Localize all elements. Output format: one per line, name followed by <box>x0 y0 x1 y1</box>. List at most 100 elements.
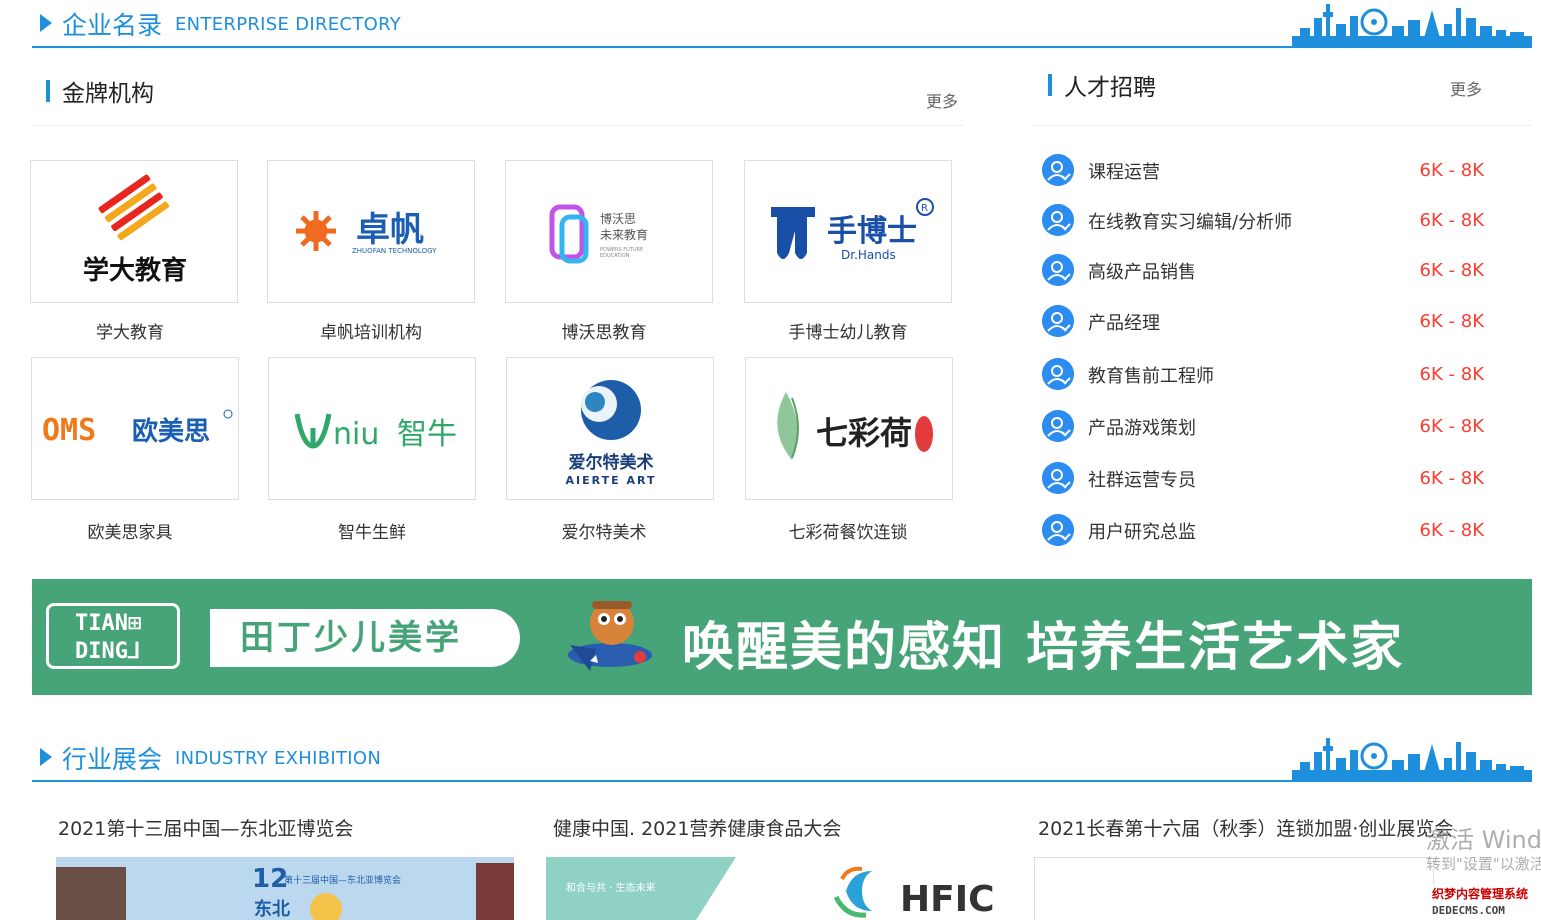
job-title: 课程运营 <box>1088 162 1160 183</box>
logo-card-oumeisi[interactable]: OMS 欧美思 <box>31 357 239 500</box>
dedecms-badge-title: 织梦内容管理系统 <box>1432 887 1529 901</box>
job-item[interactable]: 社群运营专员 6K - 8K <box>1042 462 1492 498</box>
svg-text:七彩荷: 七彩荷 <box>816 414 912 452</box>
gold-institutions-title: 金牌机构 <box>62 81 154 107</box>
job-salary: 6K - 8K <box>1419 160 1484 181</box>
svg-text:EDUCATION: EDUCATION <box>600 253 630 259</box>
gold-more-link[interactable]: 更多 <box>926 88 958 112</box>
recruitment-more-link[interactable]: 更多 <box>1450 76 1482 100</box>
job-salary: 6K - 8K <box>1419 468 1484 489</box>
gold-institutions-header: 金牌机构 更多 <box>32 72 964 126</box>
institution-name[interactable]: 学大教育 <box>26 318 234 343</box>
job-title: 教育售前工程师 <box>1088 366 1214 387</box>
svg-text:东北: 东北 <box>254 898 290 920</box>
tianding-logo: TIAN⊞ DING⅃ <box>46 603 180 669</box>
section-triangle-icon <box>40 748 52 766</box>
job-item[interactable]: 产品游戏策划 6K - 8K <box>1042 410 1492 446</box>
dedecms-badge-url: DEDECMS.COM <box>1432 904 1505 917</box>
svg-text:Dr.Hands: Dr.Hands <box>841 248 896 262</box>
svg-text:ZHUOFAN TECHNOLOGY: ZHUOFAN TECHNOLOGY <box>352 247 437 255</box>
institution-name[interactable]: 卓帆培训机构 <box>267 318 475 343</box>
svg-text:爱尔特美术: 爱尔特美术 <box>569 452 654 473</box>
tianding-banner-ad[interactable]: TIAN⊞ DING⅃ 田丁少儿美学 唤醒美的感知 培养生活艺术家 <box>32 579 1532 695</box>
svg-text:手博士: 手博士 <box>827 214 917 249</box>
exhibition-title[interactable]: 健康中国. 2021营养健康食品大会 <box>553 814 841 841</box>
section-title-en: INDUSTRY EXHIBITION <box>175 748 382 769</box>
job-title: 产品游戏策划 <box>1088 418 1196 439</box>
exhibition-title[interactable]: 2021第十三届中国—东北亚博览会 <box>58 814 353 841</box>
exhibition-image[interactable] <box>1034 857 1434 920</box>
enterprise-directory-header: 企业名录 ENTERPRISE DIRECTORY <box>32 0 1532 48</box>
job-salary: 6K - 8K <box>1419 416 1484 437</box>
institution-name[interactable]: 爱尔特美术 <box>500 518 708 543</box>
job-item[interactable]: 在线教育实习编辑/分析师 6K - 8K <box>1042 204 1492 240</box>
job-item[interactable]: 用户研究总监 6K - 8K <box>1042 514 1492 550</box>
expo-photo-icon: 12 第十三届中国—东北亚博览会 东北 <box>56 857 514 920</box>
user-avatar-icon <box>1042 514 1074 546</box>
exhibition-title[interactable]: 2021长春第十六届（秋季）连锁加盟·创业展览会 <box>1038 814 1453 841</box>
exhibition-image[interactable]: 12 第十三届中国—东北亚博览会 东北 <box>56 857 514 920</box>
recruitment-header: 人才招聘 更多 <box>1034 66 1532 126</box>
city-skyline-icon <box>1292 4 1532 46</box>
svg-text:和合与共 · 生态未来: 和合与共 · 生态未来 <box>566 881 656 894</box>
svg-text:欧美思: 欧美思 <box>132 416 210 447</box>
recruitment-title: 人才招聘 <box>1064 75 1156 101</box>
job-title: 在线教育实习编辑/分析师 <box>1088 212 1293 233</box>
svg-text:卓帆: 卓帆 <box>356 210 424 250</box>
job-title: 产品经理 <box>1088 313 1160 334</box>
institution-name[interactable]: 七彩荷餐饮连锁 <box>744 518 952 543</box>
subhead-accent-bar <box>1048 74 1052 96</box>
section-title-en: ENTERPRISE DIRECTORY <box>175 14 402 35</box>
job-salary: 6K - 8K <box>1419 210 1484 231</box>
job-salary: 6K - 8K <box>1419 364 1484 385</box>
svg-text:OMS: OMS <box>42 413 96 448</box>
job-item[interactable]: 课程运营 6K - 8K <box>1042 154 1492 190</box>
institution-name[interactable]: 博沃思教育 <box>500 318 708 343</box>
zhiniu-logo-icon: niu 智牛 <box>294 413 457 452</box>
subhead-accent-bar <box>46 80 50 102</box>
city-skyline-icon <box>1292 738 1532 780</box>
job-salary: 6K - 8K <box>1419 520 1484 541</box>
logo-card-zhuofan[interactable]: 卓帆 ZHUOFAN TECHNOLOGY <box>267 160 475 303</box>
qicaihe-logo-icon: 七彩荷 <box>777 392 933 460</box>
logo-card-shouboshi[interactable]: 手博士 R Dr.Hands <box>744 160 952 303</box>
windows-activation-hint: 转到"设置"以激活 <box>1426 855 1541 873</box>
institution-name[interactable]: 手博士幼儿教育 <box>744 318 952 343</box>
job-item[interactable]: 高级产品销售 6K - 8K <box>1042 254 1492 290</box>
svg-text:AIERTE ART: AIERTE ART <box>566 474 657 487</box>
job-item[interactable]: 教育售前工程师 6K - 8K <box>1042 358 1492 394</box>
job-item[interactable]: 产品经理 6K - 8K <box>1042 305 1492 341</box>
user-avatar-icon <box>1042 410 1074 442</box>
windows-activation-watermark: 激活 Windows <box>1426 826 1541 854</box>
user-avatar-icon <box>1042 358 1074 390</box>
banner-slogan: 唤醒美的感知 培养生活艺术家 <box>682 618 1405 678</box>
xueda-logo-icon: 学大教育 <box>83 174 187 286</box>
institution-name[interactable]: 欧美思家具 <box>26 518 234 543</box>
job-salary: 6K - 8K <box>1419 260 1484 281</box>
zhuofan-logo-icon: 卓帆 ZHUOFAN TECHNOLOGY <box>296 210 437 255</box>
job-title: 高级产品销售 <box>1088 262 1196 283</box>
exhibition-image[interactable]: 和合与共 · 生态未来 HFIC <box>546 857 1002 920</box>
dedecms-badge: 织梦内容管理系统 DEDECMS.COM <box>1428 884 1541 920</box>
pilot-plane-icon <box>568 601 652 671</box>
expo-photo-icon: 和合与共 · 生态未来 HFIC <box>546 857 995 920</box>
svg-text:R: R <box>921 203 928 214</box>
job-title: 社群运营专员 <box>1088 470 1196 491</box>
svg-text:HFIC: HFIC <box>900 879 995 920</box>
logo-card-aierte[interactable]: 爱尔特美术 AIERTE ART <box>506 357 714 500</box>
logo-card-bowosi[interactable]: 博沃思 未来教育 POWERS FUTURE EDUCATION <box>505 160 713 303</box>
user-avatar-icon <box>1042 462 1074 494</box>
section-title-zh: 行业展会 <box>62 745 163 774</box>
logo-card-qicaihe[interactable]: 七彩荷 <box>745 357 953 500</box>
user-avatar-icon <box>1042 305 1074 337</box>
user-avatar-icon <box>1042 204 1074 236</box>
logo-card-xueda[interactable]: 学大教育 <box>30 160 238 303</box>
svg-text:niu: niu <box>333 417 379 452</box>
user-avatar-icon <box>1042 154 1074 186</box>
logo-card-zhiniu[interactable]: niu 智牛 <box>268 357 476 500</box>
user-avatar-icon <box>1042 254 1074 286</box>
oumeisi-logo-icon: OMS 欧美思 <box>42 409 233 448</box>
institution-name[interactable]: 智牛生鲜 <box>268 518 476 543</box>
shouboshi-logo-icon: 手博士 R Dr.Hands <box>771 198 934 262</box>
svg-text:第十三届中国—东北亚博览会: 第十三届中国—东北亚博览会 <box>284 874 401 886</box>
